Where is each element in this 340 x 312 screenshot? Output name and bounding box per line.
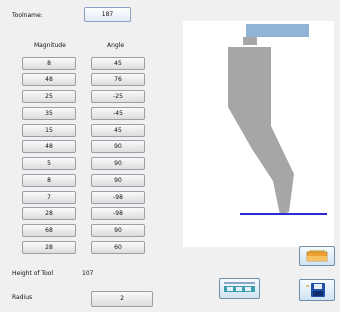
angle-cell[interactable]: 45 <box>91 124 145 137</box>
magnitude-cell[interactable]: 8 <box>22 174 76 187</box>
angle-cell[interactable]: 45 <box>91 57 145 70</box>
magnitude-cell[interactable]: 28 <box>22 207 76 220</box>
angle-cell[interactable]: 90 <box>91 140 145 153</box>
floppy-save-icon <box>306 283 325 297</box>
angle-header: Angle <box>107 42 125 49</box>
angle-cell[interactable]: -25 <box>91 90 145 103</box>
tool-profile-drawing <box>228 24 327 215</box>
angle-cell[interactable]: 90 <box>91 157 145 170</box>
angle-cell[interactable]: 90 <box>91 224 145 237</box>
angle-cell[interactable]: -45 <box>91 107 145 120</box>
radius-button[interactable]: 2 <box>91 291 153 307</box>
angle-cell[interactable]: -98 <box>91 191 145 204</box>
tool-holder-shape <box>246 24 309 37</box>
tool-tang-shape <box>243 37 257 45</box>
toolname-button[interactable]: 187 <box>84 7 131 22</box>
toolbar-button[interactable] <box>219 278 260 299</box>
toolbar-icon <box>224 282 255 292</box>
tool-preview-canvas <box>183 21 334 247</box>
magnitude-header: Magnitude <box>34 42 66 49</box>
angle-cell[interactable]: -98 <box>91 207 145 220</box>
toolname-label: Toolname: <box>12 12 43 19</box>
radius-label: Radius <box>12 294 33 301</box>
magnitude-cell[interactable]: 28 <box>22 241 76 254</box>
magnitude-cell[interactable]: 15 <box>22 124 76 137</box>
angle-cell[interactable]: 60 <box>91 241 145 254</box>
magnitude-cell[interactable]: 8 <box>22 57 76 70</box>
magnitude-cell[interactable]: 25 <box>22 90 76 103</box>
magnitude-cell[interactable]: 48 <box>22 140 76 153</box>
magnitude-cell[interactable]: 5 <box>22 157 76 170</box>
angle-cell[interactable]: 90 <box>91 174 145 187</box>
magnitude-cell[interactable]: 7 <box>22 191 76 204</box>
save-button[interactable] <box>299 279 335 301</box>
height-of-tool-value: 107 <box>82 270 94 277</box>
open-button[interactable] <box>299 246 335 266</box>
folder-open-icon <box>306 250 328 262</box>
angle-cell[interactable]: 76 <box>91 73 145 86</box>
magnitude-cell[interactable]: 68 <box>22 224 76 237</box>
height-of-tool-label: Height of Tool <box>12 270 54 277</box>
tool-body-shape <box>228 47 294 215</box>
magnitude-cell[interactable]: 35 <box>22 107 76 120</box>
magnitude-cell[interactable]: 48 <box>22 73 76 86</box>
